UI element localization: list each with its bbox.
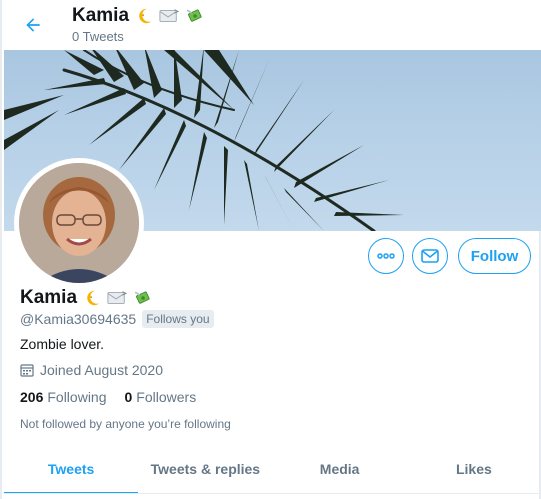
top-bar: Kamia 0 Tweets (2, 0, 541, 50)
profile-handle: @Kamia30694635 (20, 311, 137, 327)
tab-media[interactable]: Media (273, 444, 407, 494)
profile-name: Kamia (20, 287, 78, 308)
followers-count: 0 (124, 389, 133, 405)
avatar[interactable] (14, 158, 144, 288)
follow-button[interactable]: Follow (458, 238, 531, 274)
calendar-icon (20, 364, 34, 377)
more-icon (377, 253, 395, 259)
follows-you-badge: Follows you (142, 310, 214, 328)
joined-date: Joined August 2020 (40, 362, 163, 378)
profile-name-row: Kamia (20, 287, 153, 309)
joined-date-row: Joined August 2020 (20, 362, 163, 378)
message-button[interactable] (412, 238, 448, 274)
envelope-emoji-icon (107, 290, 128, 306)
profile-tabs: Tweets Tweets & replies Media Likes (4, 444, 541, 494)
header-tweet-count: 0 Tweets (72, 29, 124, 44)
back-arrow-icon (26, 18, 40, 32)
more-button[interactable] (368, 238, 404, 274)
profile-bio: Zombie lover. (20, 336, 105, 352)
header-name-row: Kamia (72, 5, 205, 27)
handle-row: @Kamia30694635 Follows you (20, 310, 214, 328)
tab-likes[interactable]: Likes (407, 444, 541, 494)
profile-frame: Kamia 0 Tweets Follow Kamia @Kamia306946… (0, 0, 541, 499)
back-button[interactable] (20, 12, 46, 38)
following-label: Following (47, 389, 107, 405)
tab-tweets-replies[interactable]: Tweets & replies (138, 444, 272, 494)
avatar-photo (19, 163, 139, 283)
tab-tweets[interactable]: Tweets (4, 444, 139, 494)
following-link[interactable]: 206 Following (20, 389, 107, 405)
following-count: 206 (20, 389, 44, 405)
followers-label: Followers (136, 389, 197, 405)
follow-counts: 206 Following 0 Followers (20, 389, 196, 405)
money-with-wings-icon (185, 7, 205, 25)
envelope-icon (421, 249, 439, 263)
header-name: Kamia (72, 5, 130, 26)
crescent-moon-icon (83, 289, 101, 307)
money-with-wings-icon (133, 289, 153, 307)
envelope-emoji-icon (159, 8, 180, 24)
tabs-divider (4, 493, 541, 494)
avatar-portrait-image (19, 163, 139, 283)
crescent-moon-icon (135, 7, 153, 25)
followers-link[interactable]: 0 Followers (125, 389, 197, 405)
not-followed-text: Not followed by anyone you’re following (20, 417, 231, 431)
